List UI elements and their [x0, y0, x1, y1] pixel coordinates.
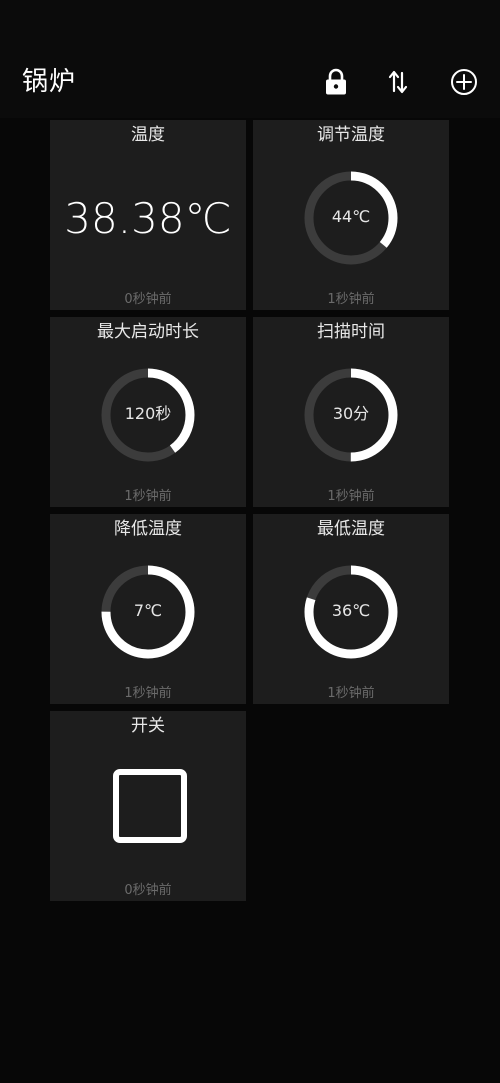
tile-updated-time: 0秒钟前	[124, 292, 172, 307]
tile-updated-time: 1秒钟前	[327, 489, 375, 504]
tile-label: 温度	[131, 125, 165, 145]
tile-label: 开关	[131, 716, 165, 736]
tile-updated-time: 1秒钟前	[124, 489, 172, 504]
lock-icon	[326, 68, 346, 95]
tile-switch[interactable]: 开关 0秒钟前	[50, 711, 246, 901]
temperature-value: 38.38℃	[64, 194, 232, 243]
tile-area: 温度 38.38℃ 0秒钟前 调节温度 44℃ 1秒钟前 最大启动时长 120秒…	[0, 118, 500, 1083]
tile-updated-time: 1秒钟前	[124, 686, 172, 701]
tile-grid: 温度 38.38℃ 0秒钟前 调节温度 44℃ 1秒钟前 最大启动时长 120秒…	[50, 120, 450, 901]
tile-updated-time: 0秒钟前	[124, 883, 172, 898]
tile-updated-time: 1秒钟前	[327, 292, 375, 307]
ring-value: 120秒	[124, 404, 172, 423]
sort-button[interactable]	[378, 62, 418, 102]
ring-value: 7℃	[133, 601, 163, 620]
tile-label: 扫描时间	[317, 322, 385, 342]
tile-updated-time: 1秒钟前	[327, 686, 375, 701]
tile-label: 最大启动时长	[97, 322, 199, 342]
ring-value: 30分	[332, 404, 370, 423]
tile-scan-time[interactable]: 扫描时间 30分 1秒钟前	[253, 317, 449, 507]
top-bar: 锅炉	[0, 0, 500, 118]
tile-temperature[interactable]: 温度 38.38℃ 0秒钟前	[50, 120, 246, 310]
tile-label: 调节温度	[317, 125, 385, 145]
app-screen: 锅炉 温度 38.38℃ 0秒钟前 调节温度 44℃ 1秒钟前 最大启动时长 1…	[0, 0, 500, 1083]
tile-min-temperature[interactable]: 最低温度 36℃ 1秒钟前	[253, 514, 449, 704]
add-button[interactable]	[444, 62, 484, 102]
tile-label: 最低温度	[317, 519, 385, 539]
ring-value: 36℃	[331, 601, 371, 620]
switch-checkbox[interactable]	[113, 769, 187, 843]
tile-adjust-temperature[interactable]: 调节温度 44℃ 1秒钟前	[253, 120, 449, 310]
sort-arrows-icon	[388, 70, 408, 94]
top-actions	[0, 62, 500, 102]
ring-value: 44℃	[331, 207, 371, 226]
tile-max-start-duration[interactable]: 最大启动时长 120秒 1秒钟前	[50, 317, 246, 507]
add-circle-icon	[451, 69, 477, 95]
tile-label: 降低温度	[114, 519, 182, 539]
tile-lower-temperature[interactable]: 降低温度 7℃ 1秒钟前	[50, 514, 246, 704]
lock-button[interactable]	[316, 62, 356, 102]
